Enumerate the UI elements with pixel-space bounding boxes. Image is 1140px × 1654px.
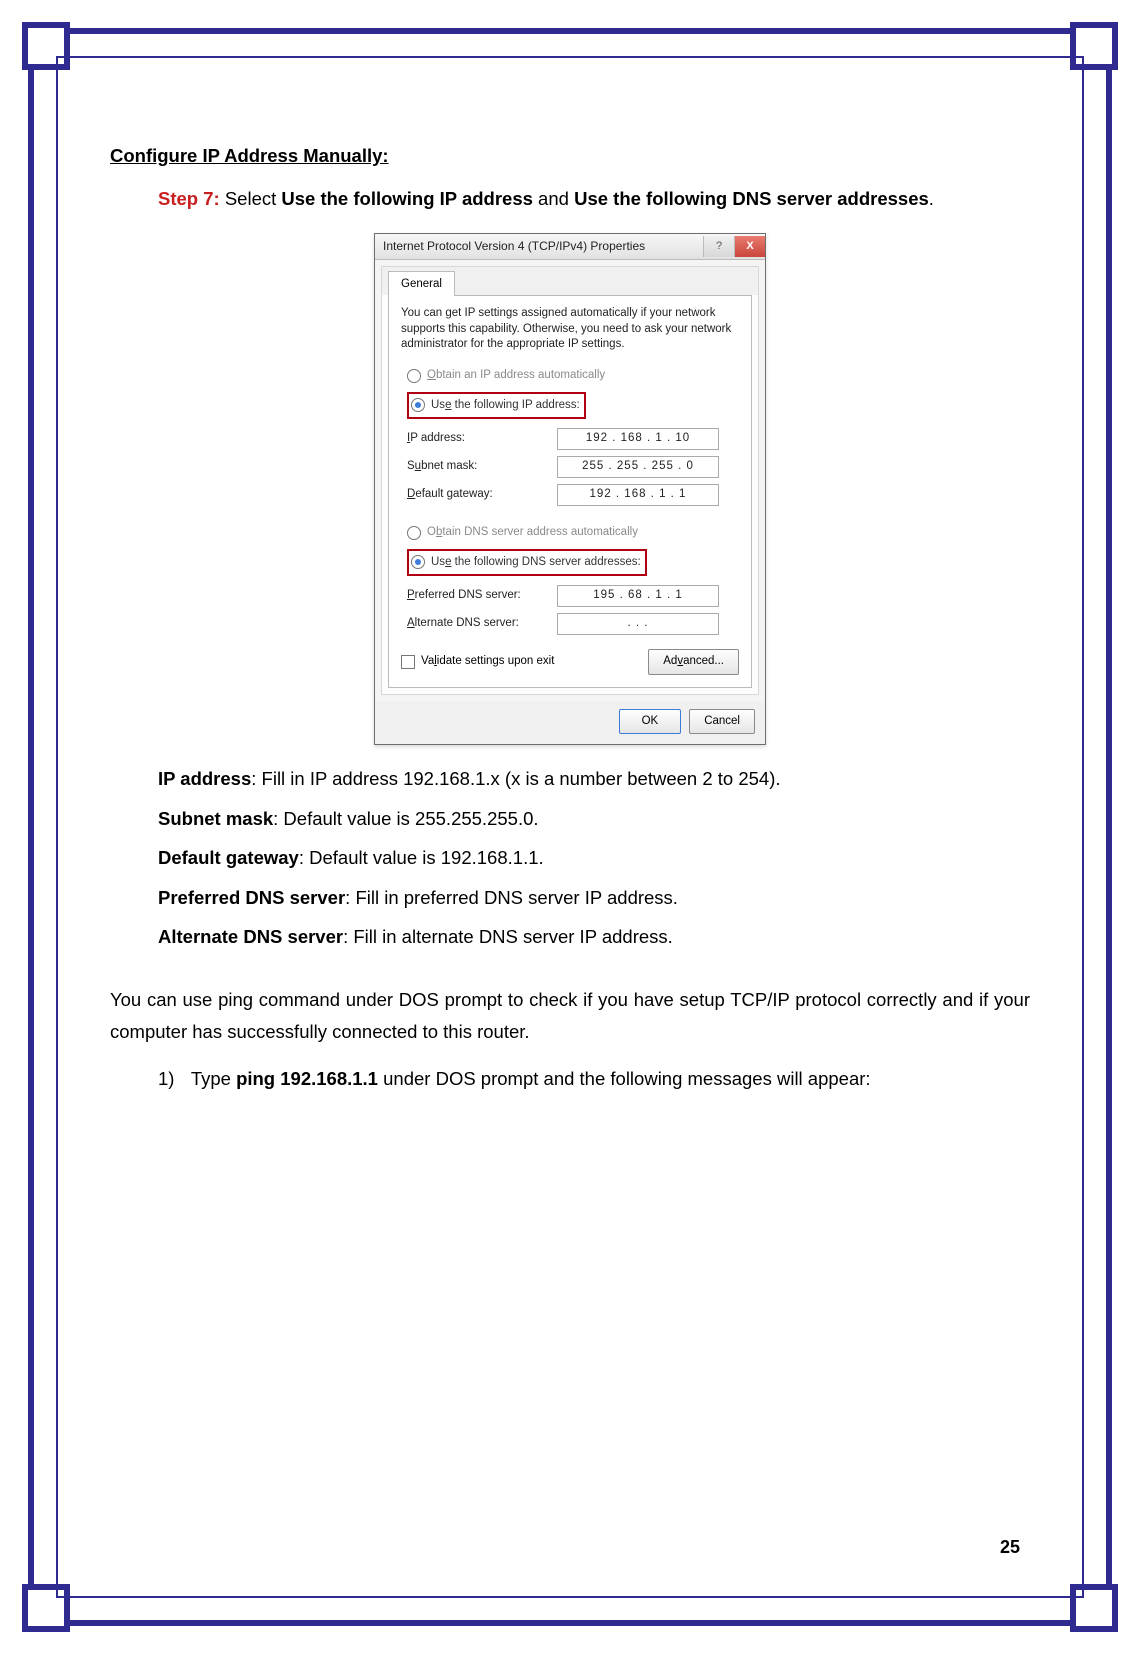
ip-address-input[interactable]: 192 . 168 . 1 . 10 bbox=[557, 428, 719, 450]
ipv4-properties-dialog: Internet Protocol Version 4 (TCP/IPv4) P… bbox=[374, 233, 766, 745]
list-item-1: 1) Type ping 192.168.1.1 under DOS promp… bbox=[158, 1063, 1030, 1094]
radio-obtain-ip[interactable]: Obtain an IP address automatically bbox=[401, 363, 739, 389]
close-button[interactable]: X bbox=[734, 236, 765, 257]
radio-icon bbox=[411, 398, 425, 412]
note-gateway: Default gateway: Default value is 192.16… bbox=[158, 842, 1030, 873]
cancel-button[interactable]: Cancel bbox=[689, 709, 755, 735]
step-7: Step 7: Select Use the following IP addr… bbox=[158, 183, 1030, 214]
radio-icon bbox=[407, 369, 421, 383]
radio-obtain-dns: Obtain DNS server address automatically bbox=[401, 520, 739, 546]
subnet-mask-input[interactable]: 255 . 255 . 255 . 0 bbox=[557, 456, 719, 478]
preferred-dns-label: Preferred DNS server: bbox=[407, 586, 557, 606]
subnet-mask-label: Subnet mask: bbox=[407, 457, 557, 477]
dialog-title: Internet Protocol Version 4 (TCP/IPv4) P… bbox=[383, 236, 703, 256]
radio-use-dns[interactable]: Use the following DNS server addresses: bbox=[401, 546, 739, 580]
tab-general[interactable]: General bbox=[388, 271, 455, 297]
step-label: Step 7: bbox=[158, 188, 220, 209]
validate-checkbox[interactable]: Validate settings upon exit bbox=[401, 652, 554, 672]
alternate-dns-input[interactable]: . . . bbox=[557, 613, 719, 635]
help-button[interactable]: ? bbox=[703, 236, 734, 257]
checkbox-icon bbox=[401, 655, 415, 669]
note-pdns: Preferred DNS server: Fill in preferred … bbox=[158, 882, 1030, 913]
ping-paragraph: You can use ping command under DOS promp… bbox=[110, 984, 1030, 1047]
default-gateway-input[interactable]: 192 . 168 . 1 . 1 bbox=[557, 484, 719, 506]
radio-icon bbox=[407, 526, 421, 540]
note-ip: IP address: Fill in IP address 192.168.1… bbox=[158, 763, 1030, 794]
ok-button[interactable]: OK bbox=[619, 709, 682, 735]
preferred-dns-input[interactable]: 195 . 68 . 1 . 1 bbox=[557, 585, 719, 607]
radio-use-ip[interactable]: Use the following IP address: bbox=[401, 389, 739, 423]
page-number: 25 bbox=[1000, 1537, 1020, 1558]
alternate-dns-label: Alternate DNS server: bbox=[407, 614, 557, 634]
radio-icon bbox=[411, 555, 425, 569]
advanced-button[interactable]: Advanced... bbox=[648, 649, 739, 675]
default-gateway-label: Default gateway: bbox=[407, 485, 557, 505]
dialog-description: You can get IP settings assigned automat… bbox=[401, 306, 739, 353]
note-mask: Subnet mask: Default value is 255.255.25… bbox=[158, 803, 1030, 834]
note-adns: Alternate DNS server: Fill in alternate … bbox=[158, 921, 1030, 952]
ip-address-label: IP address: bbox=[407, 429, 557, 449]
section-heading: Configure IP Address Manually: bbox=[110, 140, 1030, 171]
